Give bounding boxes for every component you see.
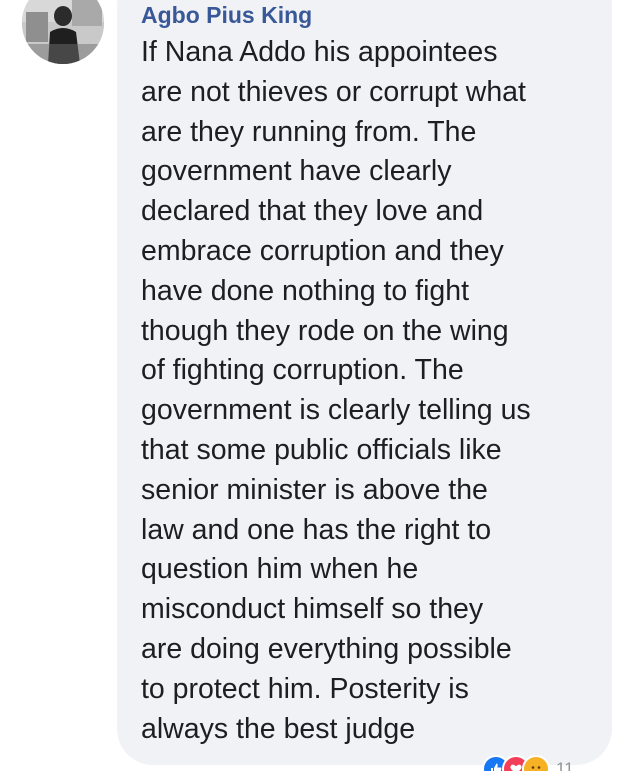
comment-text-line: are they running from. The [141, 115, 477, 148]
comment-text-line: government have clearly [141, 155, 452, 188]
comment-text-line: are not thieves or corrupt what [141, 75, 526, 108]
comment-text-line: declared that they love and [141, 195, 484, 228]
comment-text-line: question him when he [141, 553, 419, 586]
comment-text-line: of fighting corruption. The [141, 354, 464, 387]
profile-photo [22, 0, 104, 64]
comment-text-line: embrace corruption and they [141, 234, 504, 267]
comment-text-line: have done nothing to fight [141, 274, 470, 307]
comment-author[interactable]: Agbo Pius King [141, 1, 312, 29]
avatar[interactable] [22, 0, 104, 64]
comment-text-line: to protect him. Posterity is [141, 672, 469, 705]
comment-text-line: that some public officials like [141, 433, 502, 466]
comment-text-line: law and one has the right to [141, 513, 492, 546]
comment-text-line: always the best judge [141, 712, 416, 745]
reaction-count: 11 [556, 759, 574, 771]
comment-text-line: government is clearly telling us [141, 394, 531, 427]
sad-icon [522, 755, 550, 771]
comment-text-line: are doing everything possible [141, 632, 512, 665]
comment-text-line: misconduct himself so they [141, 593, 484, 626]
comment-text: If Nana Addo his appointees are not thie… [141, 33, 601, 749]
comment-text-line: senior minister is above the [141, 473, 488, 506]
reaction-summary[interactable]: 11 [482, 754, 574, 771]
comment-text-line: If Nana Addo his appointees [141, 36, 498, 68]
comment-text-line: though they rode on the wing [141, 314, 509, 347]
comment-screen: Agbo Pius King If Nana Addo his appointe… [0, 0, 640, 771]
